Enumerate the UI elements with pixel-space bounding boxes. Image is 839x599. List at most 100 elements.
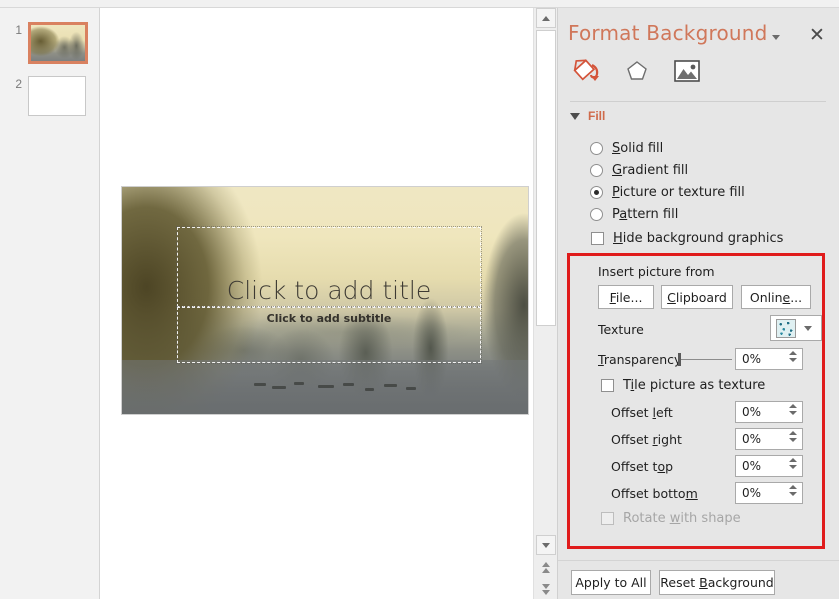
- double-down-icon: [542, 583, 550, 595]
- offset-top-spinner[interactable]: 0%: [735, 455, 803, 477]
- transparency-slider-track[interactable]: [680, 359, 732, 360]
- transparency-spinner[interactable]: 0%: [735, 348, 803, 370]
- boat: [406, 387, 416, 390]
- checkbox-indicator: [601, 379, 614, 392]
- spinner-arrows[interactable]: [789, 404, 797, 415]
- spinner-up-icon[interactable]: [789, 404, 797, 408]
- spinner-up-icon[interactable]: [789, 458, 797, 462]
- offset-left-spinner[interactable]: 0%: [735, 401, 803, 423]
- thumbnail-number: 2: [15, 77, 22, 91]
- tab-fill[interactable]: [570, 56, 604, 86]
- pane-title: Format Background: [568, 21, 768, 45]
- triangle-down-icon: [542, 542, 550, 548]
- insert-from-online-button[interactable]: Online...: [741, 285, 811, 309]
- offset-bottom-label: Offset bottom: [611, 486, 698, 501]
- pane-tab-row[interactable]: [570, 56, 704, 86]
- triangle-expanded-icon: [570, 112, 580, 120]
- boat: [384, 384, 397, 387]
- button-label: File...: [609, 289, 643, 305]
- button-label: Online...: [749, 289, 803, 305]
- scroll-up-button[interactable]: [536, 8, 556, 28]
- previous-slide-button[interactable]: [536, 557, 556, 577]
- checkbox-hide-background-graphics[interactable]: Hide background graphics: [591, 231, 783, 246]
- slide-canvas[interactable]: Click to add title Click to add subtitle: [121, 186, 529, 415]
- pentagon-effects-icon: [627, 61, 647, 80]
- triangle-up-icon: [542, 15, 550, 21]
- spinner-arrows[interactable]: [789, 351, 797, 362]
- offset-right-spinner[interactable]: 0%: [735, 428, 803, 450]
- radio-indicator: [590, 164, 603, 177]
- paint-bucket-icon: [573, 59, 599, 81]
- pane-options-caret[interactable]: [768, 30, 784, 44]
- title-placeholder[interactable]: Click to add title: [176, 226, 482, 308]
- spinner-arrows[interactable]: [789, 458, 797, 469]
- chevron-down-icon: [772, 34, 780, 40]
- offset-top-label: Offset top: [611, 459, 674, 474]
- spinner-up-icon[interactable]: [789, 431, 797, 435]
- subtitle-placeholder[interactable]: Click to add subtitle: [176, 306, 482, 364]
- chevron-down-icon: [804, 325, 812, 331]
- thumbnail-number: 1: [15, 23, 22, 37]
- spinner-down-icon[interactable]: [789, 358, 797, 362]
- radio-indicator: [590, 186, 603, 199]
- checkbox-indicator: [591, 232, 604, 245]
- reset-background-button[interactable]: Reset Background: [659, 570, 775, 595]
- slide-editing-area[interactable]: Click to add title Click to add subtitle: [101, 8, 531, 599]
- insert-from-clipboard-button[interactable]: Clipboard: [661, 285, 733, 309]
- tab-picture[interactable]: [670, 56, 704, 86]
- tab-effects[interactable]: [620, 56, 654, 86]
- apply-to-all-button[interactable]: Apply to All: [571, 570, 651, 595]
- texture-label: Texture: [598, 322, 644, 337]
- thumbnail-slide-2[interactable]: 2: [6, 76, 86, 116]
- spinner-down-icon[interactable]: [789, 411, 797, 415]
- boat: [272, 386, 286, 389]
- thumbnail-preview-2[interactable]: [28, 76, 86, 116]
- radio-gradient-fill[interactable]: Gradient fill: [590, 163, 688, 178]
- fill-section-header[interactable]: Fill: [570, 109, 605, 123]
- radio-solid-fill[interactable]: Solid fill: [590, 141, 663, 156]
- boat: [343, 383, 354, 386]
- checkbox-label: Rotate with shape: [623, 511, 741, 526]
- spinner-up-icon[interactable]: [789, 351, 797, 355]
- radio-label: Pattern fill: [612, 207, 679, 222]
- spinner-down-icon[interactable]: [789, 438, 797, 442]
- thumbnail-preview-1[interactable]: [28, 22, 88, 64]
- insert-picture-from-label: Insert picture from: [598, 264, 715, 279]
- footer-divider: [558, 560, 839, 561]
- insert-from-file-button[interactable]: File...: [598, 285, 654, 309]
- radio-picture-or-texture-fill[interactable]: Picture or texture fill: [590, 185, 745, 200]
- boat: [294, 382, 304, 385]
- button-label: Reset Background: [660, 575, 774, 590]
- radio-indicator: [590, 208, 603, 221]
- checkbox-tile-picture-as-texture[interactable]: Tile picture as texture: [601, 378, 765, 393]
- boat: [318, 385, 334, 388]
- title-placeholder-text: Click to add title: [226, 276, 432, 305]
- radio-pattern-fill[interactable]: Pattern fill: [590, 207, 678, 222]
- offset-bottom-spinner[interactable]: 0%: [735, 482, 803, 504]
- format-background-pane[interactable]: Format Background ✕ Fill Solid fill Grad…: [557, 8, 839, 599]
- offset-top-value: 0%: [742, 459, 762, 473]
- spinner-up-icon[interactable]: [789, 485, 797, 489]
- scrollbar-thumb[interactable]: [536, 30, 556, 326]
- button-label: Clipboard: [667, 289, 727, 305]
- slide-vertical-scrollbar[interactable]: [533, 8, 557, 599]
- spinner-arrows[interactable]: [789, 431, 797, 442]
- offset-bottom-value: 0%: [742, 486, 762, 500]
- section-divider: [570, 101, 826, 102]
- next-slide-button[interactable]: [536, 579, 556, 599]
- spinner-down-icon[interactable]: [789, 465, 797, 469]
- offset-right-label: Offset right: [611, 432, 682, 447]
- pane-close-button[interactable]: ✕: [806, 24, 828, 46]
- offset-left-label: Offset left: [611, 405, 673, 420]
- radio-indicator: [590, 142, 603, 155]
- thumbnail-slide-1[interactable]: 1: [6, 22, 88, 64]
- texture-dropdown-button[interactable]: [770, 315, 822, 341]
- button-label: Apply to All: [575, 575, 647, 590]
- slide-thumbnail-pane[interactable]: 1 2: [0, 8, 100, 599]
- transparency-slider-handle[interactable]: [678, 353, 681, 366]
- window-top-edge: [0, 0, 839, 8]
- spinner-down-icon[interactable]: [789, 492, 797, 496]
- scroll-down-button[interactable]: [536, 535, 556, 555]
- transparency-label: Transparency: [598, 352, 682, 367]
- spinner-arrows[interactable]: [789, 485, 797, 496]
